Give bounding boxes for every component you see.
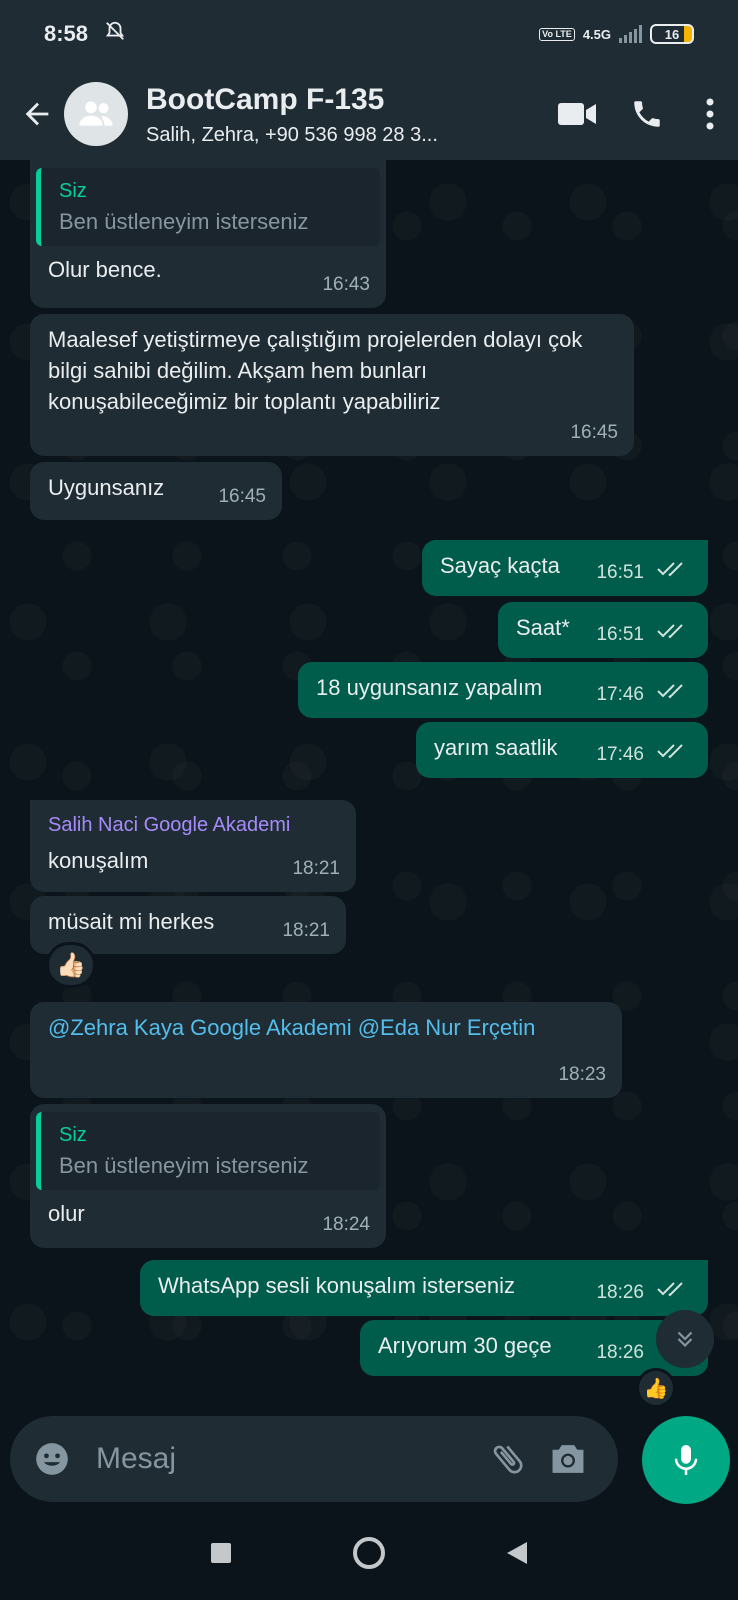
battery-icon: 16 [650, 24, 694, 44]
back-button[interactable] [12, 84, 62, 144]
reaction-badge[interactable]: 👍🏻 [46, 942, 96, 988]
quoted-message[interactable]: Siz Ben üstleneyim isterseniz [36, 168, 380, 246]
message-text: Sayaç kaçta [440, 553, 560, 578]
read-receipt-icon [656, 1275, 690, 1306]
camera-button[interactable] [538, 1442, 598, 1476]
recents-button[interactable] [209, 1541, 233, 1570]
video-call-icon [558, 103, 596, 125]
message-time: 16:45 [570, 422, 618, 443]
network-type: 4.5G [582, 26, 611, 42]
chat-title: BootCamp F-135 [146, 82, 385, 116]
emoji-icon [36, 1443, 68, 1475]
camera-icon [552, 1445, 584, 1473]
nav-back-button[interactable] [505, 1540, 529, 1571]
group-icon [79, 101, 113, 126]
message-text: Maalesef yetiştirmeye çalıştığım projele… [48, 327, 583, 414]
status-indicators: Vo LTE 4.5G 16 [539, 24, 694, 44]
message-time: 18:21 [282, 920, 330, 941]
message-bubble[interactable]: Maalesef yetiştirmeye çalıştığım projele… [30, 314, 634, 456]
message-time: 17:46 [596, 684, 644, 705]
message-bubble[interactable]: Sayaç kaçta 16:51 [422, 540, 708, 596]
signal-icon [619, 25, 642, 43]
volte-badge: Vo LTE [539, 27, 575, 41]
message-input[interactable]: Mesaj [96, 1442, 478, 1476]
message-bubble[interactable]: Siz Ben üstleneyim isterseniz olur 18:24 [30, 1104, 386, 1248]
quoted-message[interactable]: Siz Ben üstleneyim isterseniz [36, 1112, 380, 1190]
message-time: 16:45 [218, 486, 266, 507]
group-avatar[interactable] [64, 82, 128, 146]
message-bubble[interactable]: Salih Naci Google Akademi konuşalım 18:2… [30, 800, 356, 892]
mic-icon [674, 1445, 698, 1475]
chevrons-down-icon [677, 1331, 693, 1348]
triangle-left-icon [507, 1541, 527, 1564]
more-vert-icon [706, 98, 714, 130]
message-time: 18:23 [558, 1064, 606, 1085]
message-time: 16:43 [322, 274, 370, 295]
message-bubble[interactable]: WhatsApp sesli konuşalım isterseniz 18:2… [140, 1260, 708, 1316]
message-bubble[interactable]: yarım saatlik 17:46 [416, 722, 708, 778]
chat-header: BootCamp F-135 Salih, Zehra, +90 536 998… [0, 68, 738, 160]
square-icon [211, 1542, 231, 1563]
message-bubble[interactable]: @Zehra Kaya Google Akademi @Eda Nur Erçe… [30, 1002, 622, 1098]
header-actions [542, 84, 738, 144]
chat-title-block[interactable]: BootCamp F-135 Salih, Zehra, +90 536 998… [146, 82, 496, 147]
message-text: olur [48, 1201, 85, 1226]
status-bar: 8:58 Vo LTE 4.5G 16 [0, 0, 738, 68]
message-time: 18:21 [292, 858, 340, 879]
message-bubble[interactable]: 18 uygunsanız yapalım 17:46 [298, 662, 708, 718]
sender-name[interactable]: Salih Naci Google Akademi [48, 810, 338, 841]
read-receipt-icon [656, 677, 690, 708]
paperclip-icon [493, 1445, 523, 1474]
scroll-to-bottom-button[interactable] [656, 1310, 714, 1368]
voice-record-button[interactable] [642, 1416, 730, 1504]
reaction-badge[interactable]: 👍 [636, 1368, 676, 1408]
read-receipt-icon [656, 737, 690, 768]
attach-button[interactable] [478, 1439, 538, 1479]
emoji-button[interactable] [30, 1440, 74, 1478]
home-button[interactable] [351, 1535, 387, 1576]
message-list[interactable]: Siz Ben üstleneyim isterseniz Olur bence… [0, 160, 738, 1410]
message-composer: Mesaj [10, 1416, 618, 1502]
quote-text: Ben üstleneyim isterseniz [59, 1153, 309, 1178]
message-bubble[interactable]: Uygunsanız 16:45 [30, 462, 282, 520]
message-time: 18:26 [596, 1282, 644, 1303]
video-call-button[interactable] [542, 84, 612, 144]
message-bubble[interactable]: Saat* 16:51 [498, 602, 708, 658]
read-receipt-icon [656, 555, 690, 586]
arrow-left-icon [25, 102, 49, 126]
quote-author: Siz [59, 180, 87, 202]
circle-icon [353, 1536, 385, 1569]
message-time: 18:24 [322, 1214, 370, 1235]
system-nav-bar [0, 1510, 738, 1600]
status-time: 8:58 [44, 21, 89, 46]
voice-call-button[interactable] [612, 84, 682, 144]
message-text: yarım saatlik [434, 735, 558, 760]
read-receipt-icon [656, 617, 690, 648]
mention-text[interactable]: @Zehra Kaya Google Akademi @Eda Nur Erçe… [48, 1012, 604, 1043]
message-bubble[interactable]: Siz Ben üstleneyim isterseniz Olur bence… [30, 160, 386, 308]
message-text: Olur bence. [48, 257, 162, 282]
message-time: 16:51 [596, 624, 644, 645]
message-time: 17:46 [596, 744, 644, 765]
chat-participants: Salih, Zehra, +90 536 998 28 3... [146, 123, 438, 146]
message-time: 18:26 [596, 1342, 644, 1363]
quote-text: Ben üstleneyim isterseniz [59, 209, 309, 234]
mute-bell-icon [104, 20, 126, 48]
quote-author: Siz [59, 1124, 87, 1146]
more-options-button[interactable] [682, 84, 738, 144]
phone-icon [634, 101, 660, 127]
message-time: 16:51 [596, 562, 644, 583]
